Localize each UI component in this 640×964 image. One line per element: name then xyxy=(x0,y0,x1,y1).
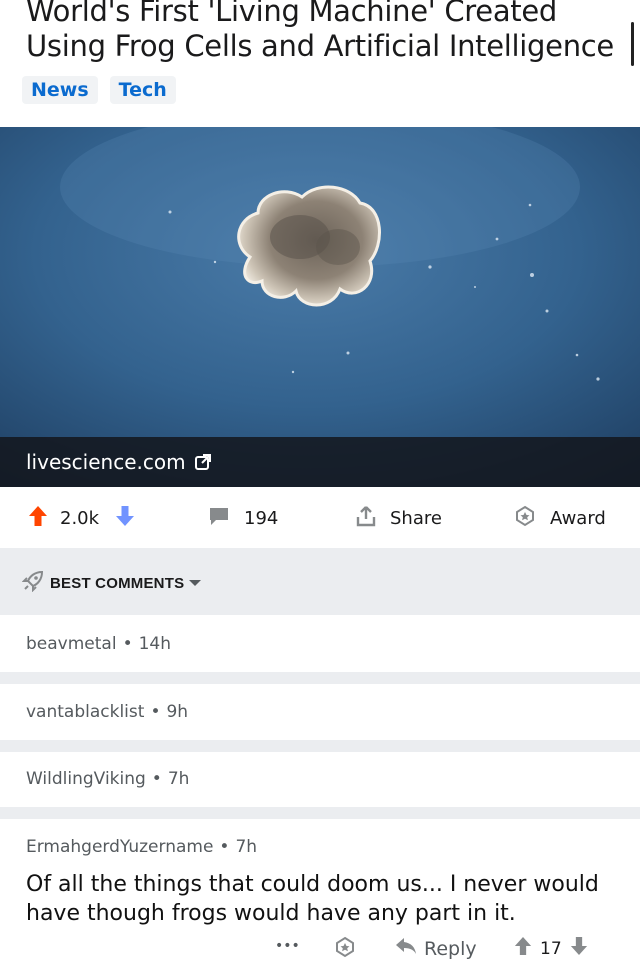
post-tags: News Tech xyxy=(22,76,176,104)
chevron-down-icon xyxy=(188,575,202,592)
tag-tech[interactable]: Tech xyxy=(109,76,176,104)
reply-icon xyxy=(394,936,418,961)
comment-header[interactable]: ErmahgerdYuzername • 7h xyxy=(26,837,257,857)
comment-author[interactable]: vantablacklist xyxy=(26,702,144,722)
post-image[interactable]: livescience.com xyxy=(0,127,640,487)
comment-divider xyxy=(0,672,640,684)
award-button[interactable]: Award xyxy=(514,505,606,532)
award-icon xyxy=(514,505,536,532)
comment-vote-group: 17 xyxy=(514,936,588,961)
sort-label: BEST COMMENTS xyxy=(50,574,185,592)
comment-divider xyxy=(0,807,640,819)
comment-age: 7h xyxy=(167,769,190,789)
comment-count: 194 xyxy=(244,507,279,529)
link-domain[interactable]: livescience.com xyxy=(26,450,186,474)
comment-header[interactable]: beavmetal • 14h xyxy=(26,634,171,654)
downvote-icon[interactable] xyxy=(115,505,135,532)
tag-news[interactable]: News xyxy=(22,76,98,104)
comment-age: 14h xyxy=(138,634,171,654)
comment-author[interactable]: ErmahgerdYuzername xyxy=(26,837,213,857)
comment-age: 7h xyxy=(235,837,258,857)
comment-actions: ••• Reply 17 xyxy=(0,934,640,964)
share-icon xyxy=(356,505,376,532)
scrollbar[interactable] xyxy=(631,22,634,66)
comment-score: 17 xyxy=(540,938,562,959)
reply-button[interactable]: Reply xyxy=(394,936,477,961)
upvote-icon[interactable] xyxy=(28,505,48,532)
comment-age: 9h xyxy=(166,702,189,722)
share-label: Share xyxy=(390,507,442,529)
external-link-bar[interactable]: livescience.com xyxy=(0,437,640,487)
award-icon[interactable] xyxy=(334,936,356,958)
post-actions: 2.0k 194 Share Award xyxy=(0,497,640,539)
comment-header[interactable]: vantablacklist • 9h xyxy=(26,702,188,722)
post-title[interactable]: World's First 'Living Machine' Created U… xyxy=(26,0,616,64)
vote-group: 2.0k xyxy=(28,505,135,532)
reply-label: Reply xyxy=(424,937,477,960)
rocket-icon xyxy=(21,570,44,596)
sort-dropdown[interactable]: BEST COMMENTS xyxy=(21,570,202,596)
comment-icon xyxy=(208,506,230,531)
downvote-icon[interactable] xyxy=(570,936,588,961)
external-link-icon xyxy=(194,453,212,471)
comment-author[interactable]: beavmetal xyxy=(26,634,117,654)
award-label: Award xyxy=(550,507,606,529)
comment-divider xyxy=(0,740,640,752)
share-button[interactable]: Share xyxy=(356,505,442,532)
comment-body: Of all the things that could doom us... … xyxy=(26,872,599,926)
comments-button[interactable]: 194 xyxy=(208,506,278,531)
more-options-button[interactable]: ••• xyxy=(275,938,300,954)
upvote-count: 2.0k xyxy=(60,507,100,529)
upvote-icon[interactable] xyxy=(514,936,532,961)
comment-author[interactable]: WildlingViking xyxy=(26,769,146,789)
comment-header[interactable]: WildlingViking • 7h xyxy=(26,769,189,789)
frog-cell-image xyxy=(0,127,640,487)
